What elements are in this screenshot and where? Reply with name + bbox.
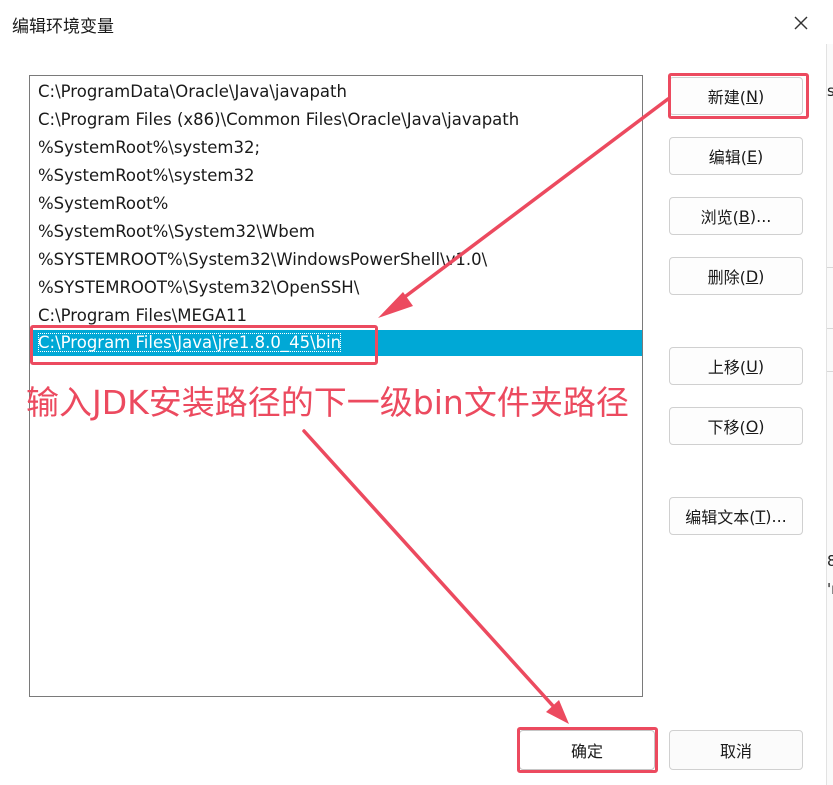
browse-button-accesskey: B (738, 206, 750, 226)
move-down-button-accesskey: O (745, 416, 759, 436)
list-item[interactable]: %SYSTEMROOT%\System32\WindowsPowerShell\… (38, 247, 487, 273)
list-item[interactable]: C:\Program Files\MEGA11 (38, 303, 247, 329)
background-text-fragment: 'r (827, 580, 833, 598)
list-item[interactable]: %SystemRoot%\System32\Wbem (38, 219, 315, 245)
selected-path-input[interactable]: C:\Program Files\Java\jre1.8.0_45\bin (38, 333, 342, 352)
move-down-button-label-end: ) (758, 416, 765, 436)
background-text-fragment: s (827, 84, 833, 99)
background-divider (827, 371, 833, 372)
delete-button-accesskey: D (745, 266, 759, 286)
close-button[interactable] (784, 8, 818, 38)
list-item[interactable]: C:\Program Files (x86)\Common Files\Orac… (38, 107, 519, 133)
cancel-button[interactable]: 取消 (669, 730, 803, 770)
list-item[interactable]: %SystemRoot%\system32; (38, 135, 260, 161)
new-button[interactable]: 新建(N) (669, 77, 803, 115)
annotation-caption: 输入JDK安装路径的下一级bin文件夹路径 (26, 383, 629, 422)
move-down-button-label: 下移( (707, 418, 746, 437)
edit-button-accesskey: E (746, 146, 758, 166)
ok-button[interactable]: 确定 (519, 730, 655, 770)
background-text-fragment: 8 (827, 554, 833, 569)
edit-button[interactable]: 编辑(E) (669, 137, 803, 175)
background-divider (827, 328, 833, 329)
selected-list-item[interactable]: C:\Program Files\Java\jre1.8.0_45\bin (30, 330, 642, 356)
edit-button-label: 编辑( (708, 148, 747, 167)
move-up-button-label: 上移( (707, 358, 747, 377)
background-divider (827, 267, 833, 268)
list-item[interactable]: %SystemRoot%\system32 (38, 163, 254, 189)
browse-button[interactable]: 浏览(B)... (669, 197, 803, 235)
edit-environment-variable-dialog: 编辑环境变量 s 8 'r C:\ProgramData\Oracle\Java… (0, 0, 833, 785)
edit-button-label-end: ) (757, 146, 764, 166)
new-button-label: 新建( (707, 88, 747, 107)
move-up-button[interactable]: 上移(U) (669, 347, 803, 385)
close-icon (794, 16, 808, 30)
move-up-button-accesskey: U (746, 356, 758, 376)
edit-text-button[interactable]: 编辑文本(T)... (669, 497, 803, 535)
move-up-button-label-end: ) (757, 356, 765, 376)
delete-button-label-end: ) (758, 266, 765, 286)
list-item[interactable]: C:\ProgramData\Oracle\Java\javapath (38, 79, 347, 105)
browse-button-label: 浏览( (700, 208, 739, 227)
new-button-label-end: ) (757, 86, 765, 106)
new-button-accesskey: N (746, 86, 758, 106)
edit-text-button-accesskey: T (755, 506, 766, 526)
title-bar: 编辑环境变量 (0, 0, 833, 44)
browse-button-label-end: )... (749, 206, 772, 226)
window-title: 编辑环境变量 (12, 17, 114, 37)
list-item[interactable]: %SYSTEMROOT%\System32\OpenSSH\ (38, 275, 359, 301)
list-item[interactable]: %SystemRoot% (38, 191, 168, 217)
edit-text-button-label: 编辑文本( (685, 508, 756, 527)
edit-text-button-label-end: )... (765, 506, 787, 526)
move-down-button[interactable]: 下移(O) (669, 407, 803, 445)
delete-button-label: 删除( (707, 268, 746, 287)
delete-button[interactable]: 删除(D) (669, 257, 803, 295)
background-window-edge: s 8 'r (826, 44, 833, 785)
